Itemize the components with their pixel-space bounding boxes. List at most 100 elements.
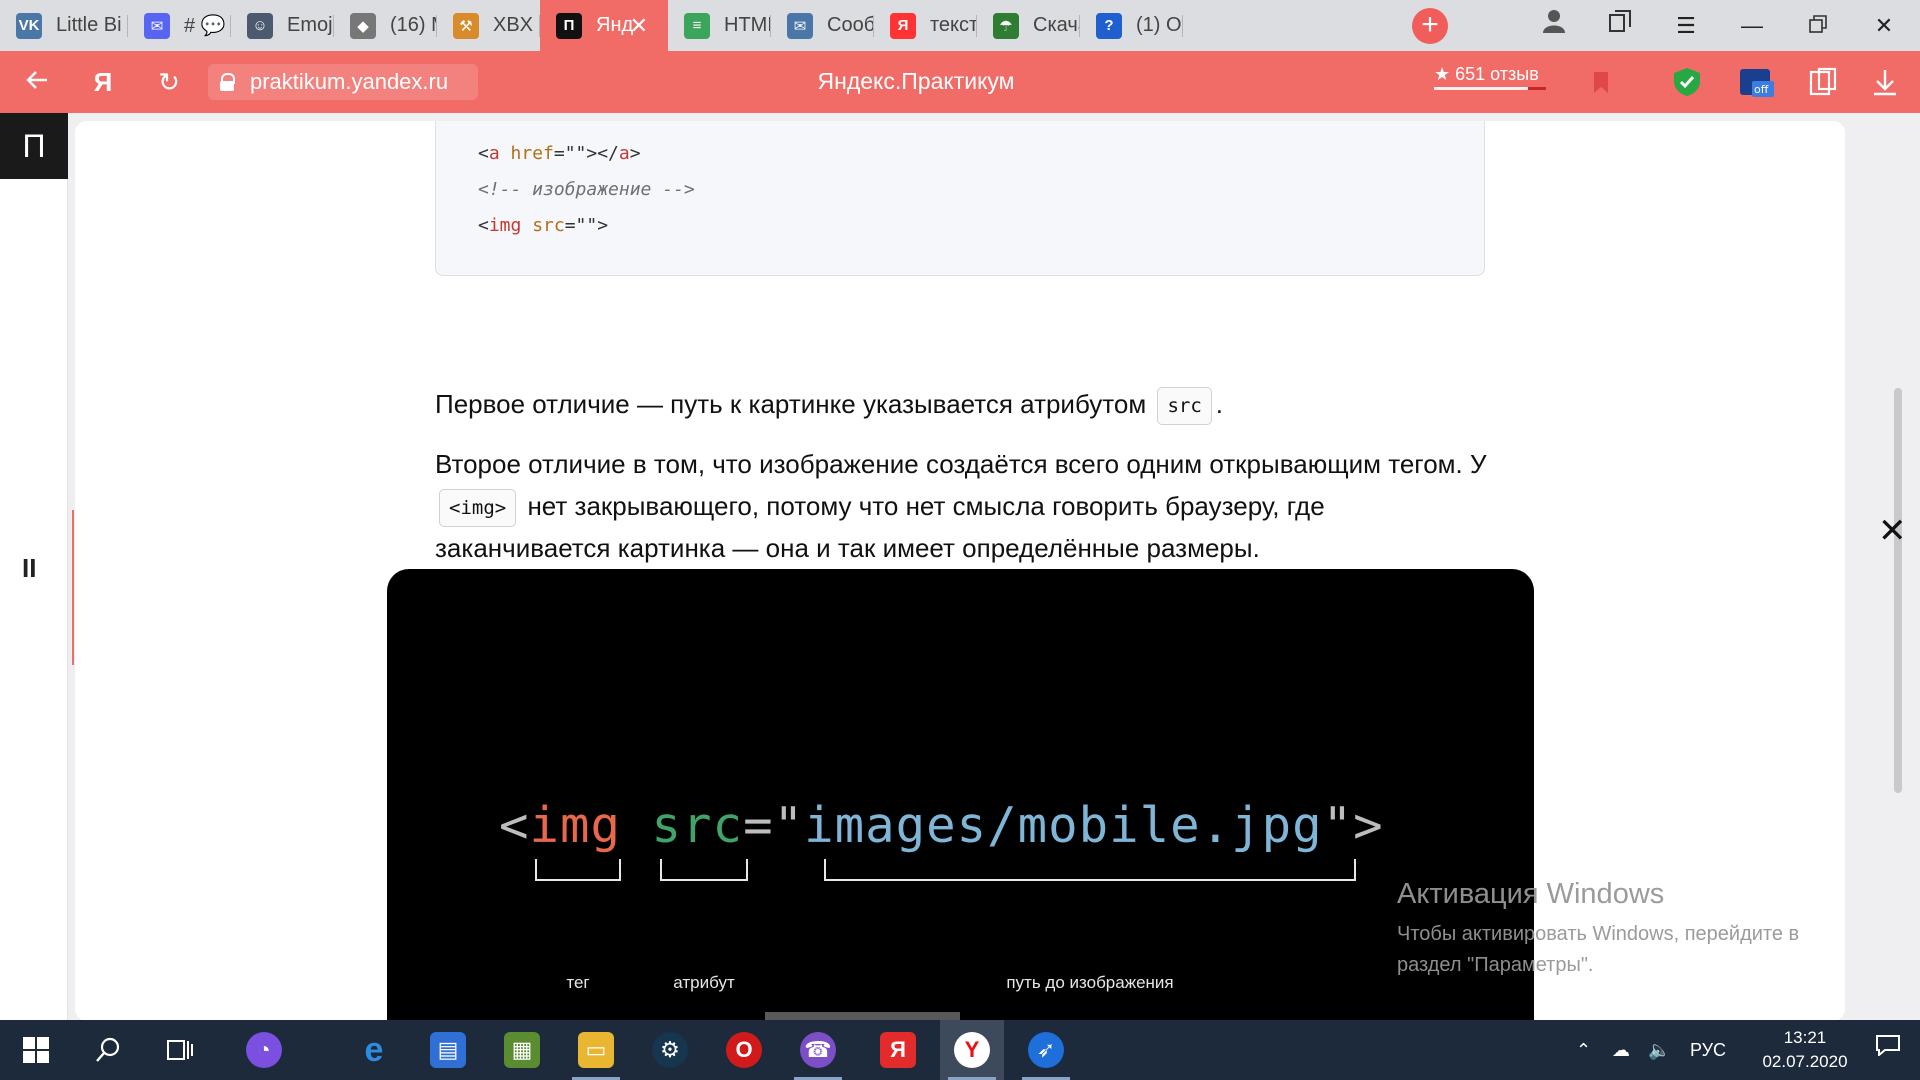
vertical-scrollbar[interactable] <box>1894 388 1902 793</box>
browser-tab-label: Little Bi <box>56 14 122 36</box>
hammer-icon: ⚒ <box>453 12 479 39</box>
viber-icon[interactable]: ☎ <box>786 1020 850 1080</box>
browser-tab-label: XBX KC <box>493 14 540 36</box>
watermark-text: Чтобы активировать Windows, перейдите в … <box>1397 923 1800 976</box>
edge-icon[interactable]: e <box>342 1020 406 1080</box>
label-tag: тег <box>566 973 590 992</box>
course-side-panel: П II <box>0 113 68 1020</box>
svg-text:off: off <box>1754 83 1769 96</box>
umbrella-icon: ☂ <box>993 12 1019 39</box>
browser-app-icon[interactable]: ➶ <box>1014 1020 1078 1080</box>
cat-emoji-icon: ☺ <box>247 12 273 39</box>
windows-activation-watermark: Активация Windows Чтобы активировать Win… <box>1397 878 1857 981</box>
code-line-img: <img src=""> <box>478 215 609 236</box>
praktikum-icon: П <box>556 12 582 39</box>
minecraft-icon[interactable]: ▦ <box>490 1020 554 1080</box>
page-title: Яндекс.Практикум <box>817 68 1015 94</box>
progress-marker <box>72 510 74 665</box>
yandex-search-icon: Я <box>890 12 916 39</box>
browser-tab-label: (1) Отв <box>1136 14 1183 36</box>
browser-tab[interactable]: ◆ (16) Mc <box>334 0 437 51</box>
date: 02.07.2020 <box>1762 1052 1848 1071</box>
browser-tab[interactable]: ✉ # 💬 ge <box>128 0 231 51</box>
clipboard-icon[interactable] <box>1806 65 1840 99</box>
label-image-path: путь до изображения <box>1006 973 1174 992</box>
watermark-title: Активация Windows <box>1397 878 1665 910</box>
attribute-bracket <box>660 859 748 881</box>
img-syntax-illustration: <img src="images/mobile.jpg"> тег атрибу… <box>387 569 1534 1021</box>
inline-code-img: <img> <box>439 489 517 528</box>
address-bar: Я ↻ praktikum.yandex.ru Яндекс.Практикум… <box>0 51 1920 113</box>
time: 13:21 <box>1783 1028 1827 1047</box>
reviews-text: ★ 651 отзыв <box>1434 64 1539 84</box>
roblox-icon: ◆ <box>350 12 376 39</box>
html-book-icon: ≡ <box>684 12 710 39</box>
restore-button[interactable] <box>1790 0 1846 51</box>
volume-icon[interactable]: 🔈 <box>1648 1020 1670 1080</box>
rating-bar <box>1434 87 1546 90</box>
tab-divider <box>1182 15 1183 37</box>
browser-tab-label: Скачат <box>1033 14 1080 36</box>
new-tab-button[interactable]: + <box>1412 8 1448 44</box>
chat-app-icon: ✉ <box>144 12 170 39</box>
off-extension-icon[interactable]: off <box>1738 65 1774 99</box>
steam-icon[interactable]: ⚙ <box>638 1020 702 1080</box>
windows-taskbar: ◔ e ▤ ▦ ▭ ⚙ O ☎ Я Y ➶ ⌃ ☁ 🔈 РУС 13:21 02… <box>0 1020 1920 1080</box>
messages-icon: ✉ <box>787 12 813 39</box>
bookmark-icon[interactable] <box>1584 65 1618 99</box>
horizontal-scrollbar[interactable] <box>765 1012 960 1020</box>
browser-tab-label: текстур <box>930 14 977 36</box>
browser-tab[interactable]: ☺ Emoji C <box>231 0 334 51</box>
browser-tab[interactable]: ≡ HTML ı <box>668 0 771 51</box>
inline-code-src: src <box>1157 387 1212 426</box>
browser-tab[interactable]: ☂ Скачат <box>977 0 1080 51</box>
close-window-button[interactable]: ✕ <box>1856 0 1912 51</box>
close-tab-icon[interactable]: ✕ <box>630 13 648 39</box>
yandex-browser-icon[interactable]: Y <box>940 1020 1004 1080</box>
path-bracket <box>824 859 1356 881</box>
browser-tab-label: # 💬 ge <box>184 15 231 37</box>
onedrive-icon[interactable]: ☁ <box>1612 1020 1630 1080</box>
profile-icon[interactable] <box>1526 0 1582 51</box>
praktikum-logo-icon[interactable]: П <box>0 113 68 179</box>
tab-strip: VK Little Bi ✉ # 💬 ge ☺ Emoji C ◆ (16) Mc ⚒ XBX K… <box>0 0 1920 51</box>
tray-chevron-icon[interactable]: ⌃ <box>1576 1020 1591 1080</box>
search-icon[interactable] <box>76 1020 140 1080</box>
browser-tab[interactable]: Ятекстур <box>874 0 977 51</box>
download-icon[interactable] <box>1868 65 1902 99</box>
yandex-app-icon[interactable]: Я <box>866 1020 930 1080</box>
paragraph-first-difference: Первое отличие — путь к картинке указыва… <box>435 383 1495 426</box>
minimize-button[interactable]: — <box>1724 0 1780 51</box>
question-icon: ? <box>1096 12 1122 39</box>
clock[interactable]: 13:21 02.07.2020 <box>1750 1026 1860 1074</box>
language-indicator[interactable]: РУС <box>1690 1020 1726 1080</box>
browser-tab-label: Сообщ <box>827 14 874 36</box>
opera-icon[interactable]: O <box>712 1020 776 1080</box>
task-view-icon[interactable] <box>148 1020 212 1080</box>
notifications-icon[interactable] <box>1860 1020 1916 1080</box>
browser-tab-label: HTML ı <box>724 14 771 36</box>
browser-tab[interactable]: ✉ Сообщ <box>771 0 874 51</box>
vk-icon: VK <box>16 12 42 39</box>
browser-tab[interactable]: ? (1) Отв <box>1080 0 1183 51</box>
code-line-comment: <!-- изображение --> <box>478 179 695 200</box>
img-syntax-code: <img src="images/mobile.jpg"> <box>499 797 1384 854</box>
close-icon[interactable]: ✕ <box>1878 511 1907 551</box>
menu-icon[interactable]: ☰ <box>1658 0 1714 51</box>
shield-icon[interactable] <box>1670 65 1704 99</box>
browser-tab-label: (16) Mc <box>390 14 437 36</box>
browser-tab-label: Emoji C <box>287 14 334 36</box>
browser-tab[interactable]: П Янд ✕ <box>540 0 668 51</box>
browser-tab[interactable]: ⚒ XBX KC <box>437 0 540 51</box>
browser-tab[interactable]: VK Little Bi <box>0 0 128 51</box>
alice-assistant-icon[interactable]: ◔ <box>232 1020 296 1080</box>
collections-icon[interactable] <box>1592 0 1648 51</box>
code-line-link: <a href=""></a> <box>478 143 641 164</box>
file-explorer-icon[interactable]: ▭ <box>564 1020 628 1080</box>
store-icon[interactable]: ▤ <box>416 1020 480 1080</box>
reviews-badge[interactable]: ★ 651 отзыв <box>1434 64 1546 90</box>
pause-icon[interactable]: II <box>22 553 36 584</box>
paragraph-second-difference: Второе отличие в том, что изображение со… <box>435 449 1487 564</box>
code-example: <a href=""></a> <!-- изображение --> <im… <box>435 121 1485 276</box>
start-button[interactable] <box>4 1020 68 1080</box>
